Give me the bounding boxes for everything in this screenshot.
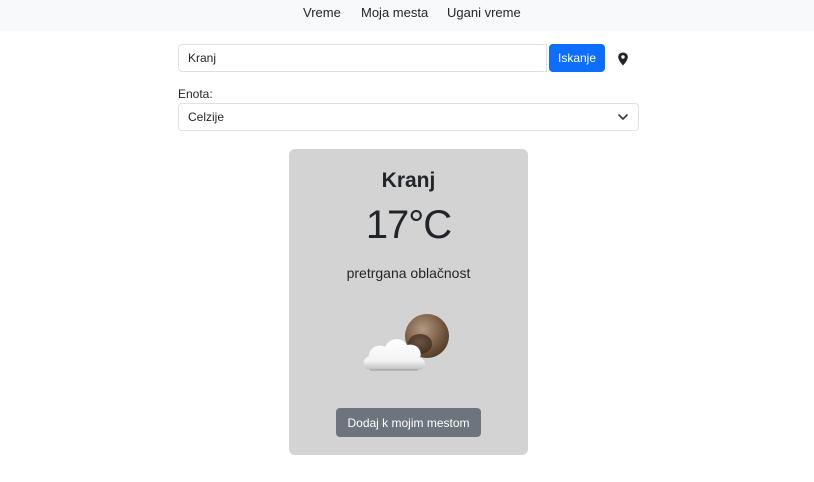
chevron-down-icon: [618, 114, 628, 120]
map-marker-icon[interactable]: [617, 52, 629, 66]
units-selected-value: Celzije: [188, 110, 225, 124]
add-to-my-places-button[interactable]: Dodaj k mojim mestom: [336, 408, 481, 437]
city-search-input[interactable]: [178, 44, 547, 72]
weather-description: pretrgana oblačnost: [346, 265, 471, 281]
city-name: Kranj: [381, 169, 436, 192]
units-label: Enota:: [178, 87, 213, 101]
search-button[interactable]: Iskanje: [549, 44, 605, 72]
temperature: 17°C: [365, 203, 452, 247]
top-navbar: Vreme Moja mesta Ugani vreme: [0, 0, 814, 31]
broken-clouds-icon: [363, 314, 449, 371]
nav-link-ugani-vreme[interactable]: Ugani vreme: [447, 5, 521, 20]
nav-link-moja-mesta[interactable]: Moja mesta: [361, 5, 428, 20]
units-select[interactable]: Celzije: [178, 103, 639, 131]
nav-link-vreme[interactable]: Vreme: [303, 5, 341, 20]
weather-card: Kranj 17°C pretrgana oblačnost Dodaj k m…: [289, 149, 528, 455]
